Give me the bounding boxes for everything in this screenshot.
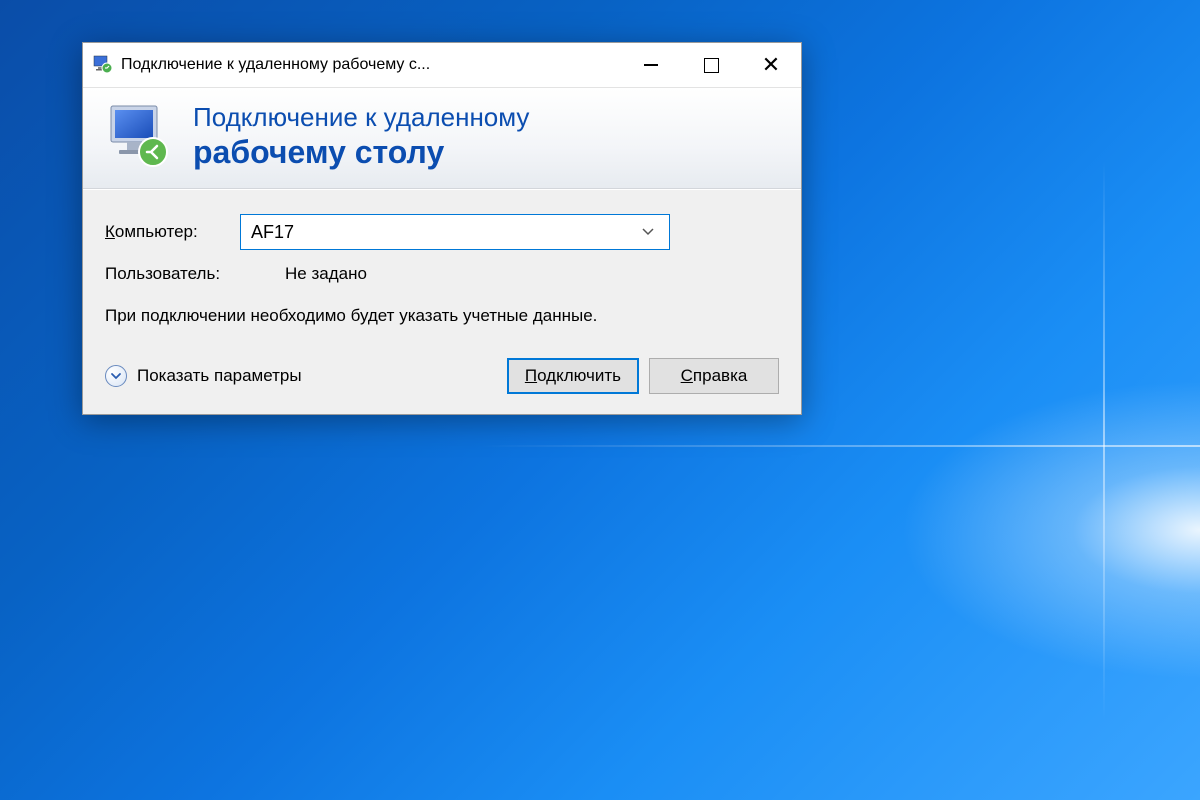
dialog-header: Подключение к удаленному рабочему столу xyxy=(83,87,801,189)
close-button[interactable]: ✕ xyxy=(741,43,801,87)
computer-input[interactable] xyxy=(251,222,637,243)
credentials-info-text: При подключении необходимо будет указать… xyxy=(105,304,779,328)
maximize-button[interactable] xyxy=(681,43,741,87)
desktop-background-beam xyxy=(0,445,1200,447)
desktop-background-glow xyxy=(900,380,1200,680)
dialog-body: Компьютер: Пользователь: Не задано При п… xyxy=(83,189,801,414)
rdp-dialog-window: Подключение к удаленному рабочему с... ✕ xyxy=(82,42,802,415)
window-controls: ✕ xyxy=(621,43,801,87)
titlebar[interactable]: Подключение к удаленному рабочему с... ✕ xyxy=(83,43,801,87)
desktop-background-beam xyxy=(1103,0,1105,800)
computer-row: Компьютер: xyxy=(105,214,779,250)
chevron-down-icon[interactable] xyxy=(637,225,659,239)
computer-label: Компьютер: xyxy=(105,222,240,242)
show-options-link[interactable]: Показать параметры xyxy=(105,365,497,387)
user-label: Пользователь: xyxy=(105,264,285,284)
dialog-heading: Подключение к удаленному рабочему столу xyxy=(193,102,529,172)
expand-down-icon xyxy=(105,365,127,387)
user-value: Не задано xyxy=(285,264,367,284)
user-row: Пользователь: Не задано xyxy=(105,264,779,284)
heading-line1: Подключение к удаленному xyxy=(193,102,529,133)
minimize-button[interactable] xyxy=(621,43,681,87)
help-button[interactable]: Справка xyxy=(649,358,779,394)
connect-button[interactable]: Подключить xyxy=(507,358,639,394)
window-title: Подключение к удаленному рабочему с... xyxy=(121,56,621,74)
dialog-footer: Показать параметры Подключить Справка xyxy=(105,358,779,394)
rdp-large-icon xyxy=(105,102,175,172)
heading-line2: рабочему столу xyxy=(193,133,529,171)
rdp-app-icon xyxy=(93,55,113,75)
show-options-label: Показать параметры xyxy=(137,366,302,386)
computer-combobox[interactable] xyxy=(240,214,670,250)
